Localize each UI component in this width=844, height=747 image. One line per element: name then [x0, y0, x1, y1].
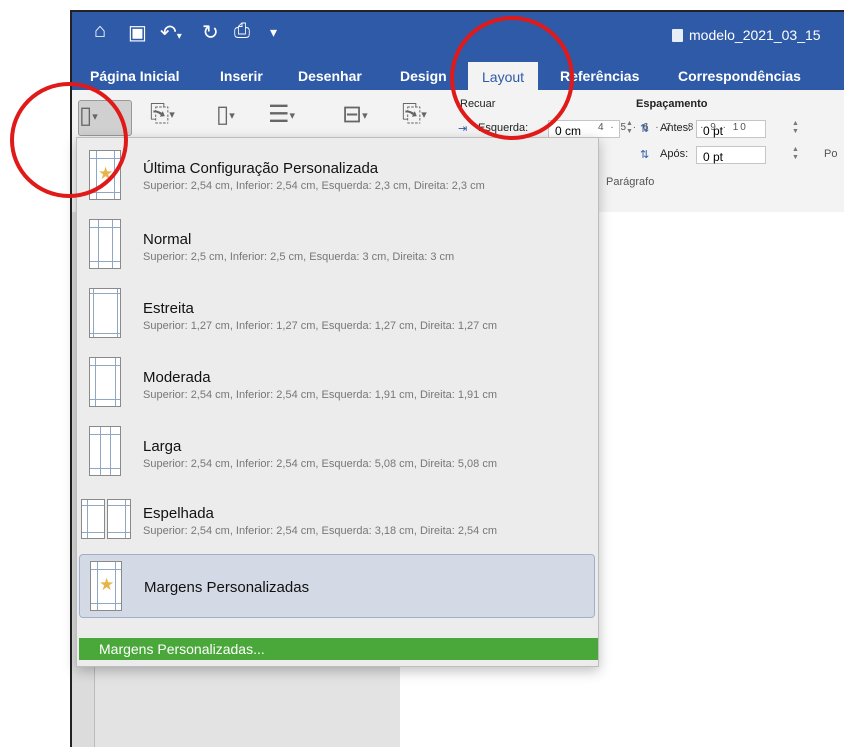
indent-left-icon: ⇥	[458, 123, 468, 135]
margin-thumbnail-left	[81, 499, 105, 539]
margin-thumbnail-right	[107, 499, 131, 539]
undo-icon[interactable]: ↶▾	[160, 20, 182, 45]
custom-margins-item[interactable]: ★ Margens Personalizadas	[79, 554, 595, 618]
margin-option-larga[interactable]: Larga Superior: 2,54 cm, Inferior: 2,54 …	[77, 418, 598, 486]
spacing-after-stepper[interactable]: ▲ ▼	[792, 146, 799, 162]
margin-thumbnail	[89, 426, 121, 476]
margin-thumbnail	[89, 219, 121, 269]
spacing-after-field[interactable]: 0 pt	[696, 146, 766, 164]
margin-option-estreita[interactable]: Estreita Superior: 1,27 cm, Inferior: 1,…	[77, 280, 598, 348]
tab-correspondencias[interactable]: Correspondências	[678, 68, 801, 84]
spacing-after-label: Após:	[660, 148, 689, 160]
option-description: Superior: 2,54 cm, Inferior: 2,54 cm, Es…	[143, 525, 497, 537]
custom-margins-label: Margens Personalizadas	[144, 579, 310, 596]
margin-thumbnail	[89, 357, 121, 407]
custom-margins-link[interactable]: Margens Personalizadas...	[79, 638, 598, 660]
redo-icon[interactable]: ↻	[202, 20, 219, 45]
annotation-circle	[10, 82, 128, 198]
option-name: Normal	[143, 231, 192, 248]
size-button[interactable]: ▯▾	[216, 100, 235, 134]
option-name: Larga	[143, 438, 182, 455]
option-name: Espelhada	[143, 505, 214, 522]
option-description: Superior: 2,5 cm, Inferior: 2,5 cm, Esqu…	[143, 251, 455, 263]
spacing-after-icon: ⇅	[640, 149, 650, 161]
margin-option-last-custom[interactable]: ★ Última Configuração Personalizada Supe…	[77, 142, 598, 210]
print-icon[interactable]: ⎙	[234, 20, 250, 43]
paragraph-group-label: Parágrafo	[606, 176, 655, 188]
tab-inserir[interactable]: Inserir	[220, 68, 263, 84]
option-description: Superior: 2,54 cm, Inferior: 2,54 cm, Es…	[143, 180, 485, 192]
option-name: Moderada	[143, 369, 211, 386]
star-icon: ★	[99, 575, 115, 594]
annotation-circle	[450, 16, 574, 140]
cut-off-label: Po	[824, 148, 838, 160]
tab-design[interactable]: Design	[400, 68, 447, 84]
margin-thumbnail	[89, 288, 121, 338]
spacing-label: Espaçamento	[636, 98, 708, 110]
line-numbers-button[interactable]: ⎘▾	[402, 100, 427, 134]
customize-icon[interactable]: ▾	[270, 24, 277, 41]
tab-pagina-inicial[interactable]: Página Inicial	[90, 68, 179, 84]
breaks-button[interactable]: ⊟▾	[342, 100, 368, 134]
margins-dropdown: ★ Última Configuração Personalizada Supe…	[76, 137, 599, 667]
option-description: Superior: 2,54 cm, Inferior: 2,54 cm, Es…	[143, 458, 497, 470]
option-description: Superior: 2,54 cm, Inferior: 2,54 cm, Es…	[143, 389, 497, 401]
option-name: Última Configuração Personalizada	[143, 160, 379, 177]
columns-button[interactable]: ☰▾	[268, 100, 295, 134]
horizontal-ruler: 4 · 5 · 6 · 7 · 8 · 9 · 10	[598, 122, 748, 133]
document-title: modelo_2021_03_15	[672, 27, 821, 43]
tab-desenhar[interactable]: Desenhar	[298, 68, 362, 84]
margin-option-normal[interactable]: Normal Superior: 2,5 cm, Inferior: 2,5 c…	[77, 211, 598, 279]
orientation-button[interactable]: ⎘▾	[150, 100, 175, 134]
home-icon[interactable]: ⌂	[94, 20, 106, 43]
option-description: Superior: 1,27 cm, Inferior: 1,27 cm, Es…	[143, 320, 497, 332]
margin-option-espelhada[interactable]: Espelhada Superior: 2,54 cm, Inferior: 2…	[77, 487, 598, 555]
document-icon	[672, 28, 683, 42]
margin-thumbnail: ★	[90, 561, 122, 611]
option-name: Estreita	[143, 300, 194, 317]
margin-option-moderada[interactable]: Moderada Superior: 2,54 cm, Inferior: 2,…	[77, 349, 598, 417]
save-icon[interactable]: ▣	[128, 20, 147, 45]
